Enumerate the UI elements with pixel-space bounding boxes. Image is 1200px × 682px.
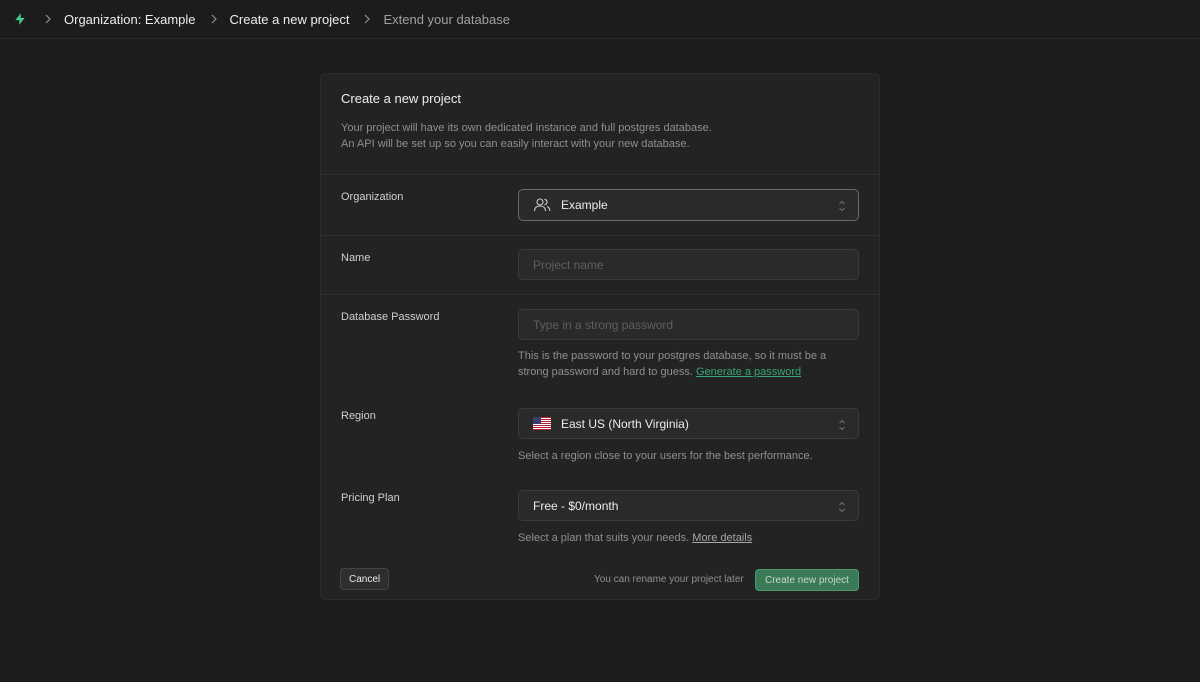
region-label: Region: [341, 410, 376, 422]
create-project-card: Create a new project Your project will h…: [320, 73, 880, 600]
pricing-plan-row: Pricing Plan Free - $0/month Select a pl…: [321, 477, 879, 562]
pricing-plan-label: Pricing Plan: [341, 492, 400, 504]
chevron-up-down-icon: [839, 501, 845, 513]
organization-row: Organization Example: [321, 175, 879, 236]
pricing-plan-help-text: Select a plan that suits your needs. Mor…: [518, 530, 863, 546]
description-line: An API will be set up so you can easily …: [341, 138, 690, 150]
chevron-right-icon: [363, 14, 371, 24]
top-navigation-bar: Organization: Example Create a new proje…: [0, 0, 1200, 39]
region-row: Region East US (North Virginia) Select a…: [321, 395, 879, 477]
region-help-text: Select a region close to your users for …: [518, 450, 813, 462]
project-name-input[interactable]: [533, 257, 858, 272]
password-label: Database Password: [341, 311, 440, 323]
cancel-button[interactable]: Cancel: [340, 568, 390, 590]
organization-value: Example: [561, 198, 608, 212]
database-password-field[interactable]: [518, 309, 859, 340]
region-select[interactable]: East US (North Virginia): [518, 408, 859, 439]
organization-label: Organization: [341, 191, 404, 203]
create-project-button[interactable]: Create new project: [755, 569, 859, 591]
more-details-link[interactable]: More details: [692, 532, 752, 544]
card-header: Create a new project Your project will h…: [321, 74, 879, 175]
database-password-input[interactable]: [533, 317, 858, 332]
pricing-plan-help: Select a plan that suits your needs.: [518, 532, 690, 544]
pricing-plan-select[interactable]: Free - $0/month: [518, 490, 859, 521]
card-title: Create a new project: [341, 91, 461, 106]
supabase-logo-icon[interactable]: [10, 9, 30, 29]
description-line: Your project will have its own dedicated…: [341, 122, 712, 134]
name-row: Name: [321, 236, 879, 295]
password-help-text: This is the password to your postgres da…: [518, 348, 863, 380]
breadcrumb-create-project[interactable]: Create a new project: [230, 12, 350, 27]
breadcrumb-organization[interactable]: Organization: Example: [64, 12, 196, 27]
us-flag-icon: [533, 417, 551, 430]
generate-password-link[interactable]: Generate a password: [696, 366, 801, 378]
password-row: Database Password This is the password t…: [321, 295, 879, 395]
project-name-field[interactable]: [518, 249, 859, 280]
password-help-line: This is the password to your postgres da…: [518, 350, 827, 362]
chevron-up-down-icon: [839, 419, 845, 431]
card-footer: Cancel You can rename your project later…: [321, 564, 879, 599]
region-value: East US (North Virginia): [561, 416, 689, 431]
password-help-line: strong password and hard to guess. Gener…: [518, 364, 863, 380]
chevron-right-icon: [44, 14, 52, 24]
rename-note: You can rename your project later: [594, 574, 744, 585]
chevron-right-icon: [210, 14, 218, 24]
organization-select[interactable]: Example: [518, 189, 859, 221]
name-label: Name: [341, 252, 371, 264]
password-help-line2: strong password and hard to guess.: [518, 366, 693, 378]
pricing-plan-value: Free - $0/month: [533, 498, 619, 513]
users-icon: [533, 197, 551, 213]
breadcrumb-extend-database[interactable]: Extend your database: [383, 12, 509, 27]
card-description: Your project will have its own dedicated…: [341, 120, 859, 152]
chevron-up-down-icon: [839, 200, 845, 212]
